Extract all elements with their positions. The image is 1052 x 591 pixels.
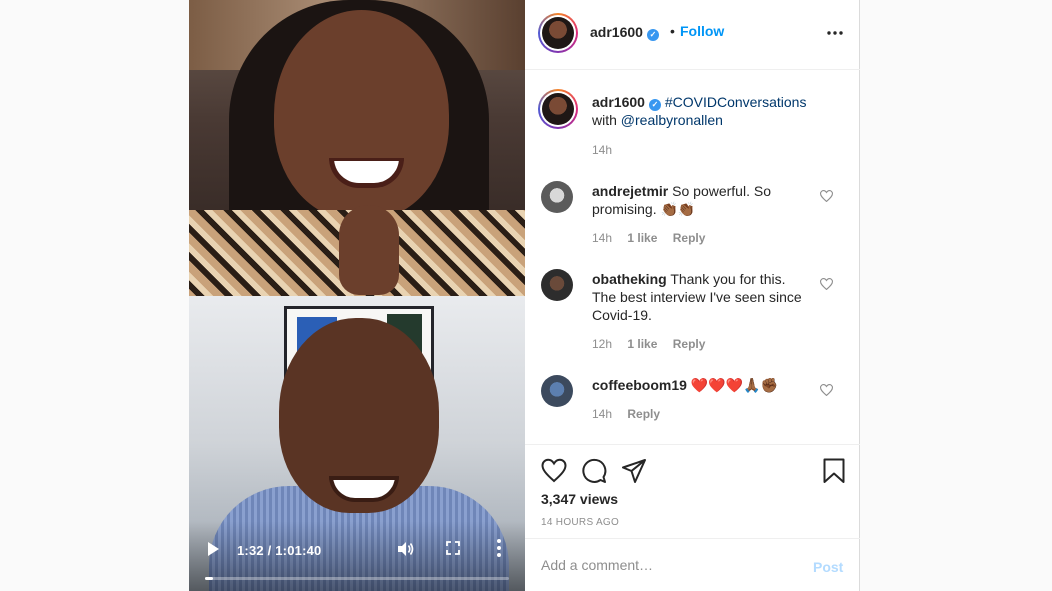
comment-text: obatheking Thank you for this. The best … xyxy=(592,270,807,324)
video-progress-fill xyxy=(205,577,213,580)
reply-button[interactable]: Reply xyxy=(673,337,706,351)
avatar[interactable] xyxy=(538,89,578,129)
comment-meta: 14h 1 like Reply xyxy=(592,231,717,245)
hand-shape xyxy=(339,205,399,295)
header-username[interactable]: adr1600 ✓ xyxy=(590,24,659,41)
avatar[interactable] xyxy=(538,13,578,53)
comment-meta: 12h 1 like Reply xyxy=(592,337,717,351)
reply-button[interactable]: Reply xyxy=(673,231,706,245)
heart-icon[interactable] xyxy=(541,458,567,484)
heart-icon[interactable] xyxy=(820,190,833,202)
comment-time: 12h xyxy=(592,337,613,351)
more-horizontal-icon[interactable] xyxy=(827,31,843,35)
video-progress-bar[interactable] xyxy=(205,577,509,580)
comment-icon[interactable] xyxy=(581,458,607,484)
comment-input[interactable] xyxy=(541,557,801,573)
heart-icon[interactable] xyxy=(820,278,833,290)
comment-text: coffeeboom19 ❤️❤️❤️🙏🏾✊🏾 xyxy=(592,376,807,394)
hashtag-link[interactable]: #COVIDConversations xyxy=(665,94,807,110)
video-time: 1:32 / 1:01:40 xyxy=(237,543,322,558)
post-actions: 3,347 views 14 HOURS AGO xyxy=(525,444,860,538)
caption-text: adr1600 ✓ #COVIDConversations with @realb… xyxy=(592,93,807,129)
comment-username[interactable]: andrejetmir xyxy=(592,183,668,199)
verified-icon: ✓ xyxy=(646,29,659,41)
more-vertical-icon[interactable] xyxy=(496,538,502,558)
comment-likes[interactable]: 1 like xyxy=(627,337,657,351)
add-comment-bar: Post xyxy=(525,538,860,591)
avatar[interactable] xyxy=(541,269,573,301)
mention-link[interactable]: @realbyronallen xyxy=(621,112,723,128)
comments-list: adr1600 ✓ #COVIDConversations with @realb… xyxy=(525,70,860,444)
post-date[interactable]: 14 HOURS AGO xyxy=(541,517,619,528)
play-icon[interactable] xyxy=(206,541,220,557)
caption-username[interactable]: adr1600 xyxy=(592,94,645,110)
comment-meta: 14h Reply xyxy=(592,407,672,421)
face-shape xyxy=(274,10,449,220)
fullscreen-icon[interactable] xyxy=(446,541,460,555)
comment-username[interactable]: obatheking xyxy=(592,271,667,287)
comment-username[interactable]: coffeeboom19 xyxy=(592,377,687,393)
post-panel: adr1600 ✓ • Follow adr1600 ✓ #COVIDConvers… xyxy=(525,0,860,591)
video-controls: 1:32 / 1:01:40 xyxy=(189,521,525,591)
bookmark-icon[interactable] xyxy=(821,458,847,484)
volume-icon[interactable] xyxy=(396,540,414,558)
caption-time: 14h xyxy=(592,143,613,157)
separator-dot: • xyxy=(670,23,675,39)
avatar[interactable] xyxy=(541,375,573,407)
comment-time: 14h xyxy=(592,407,613,421)
caption-with: with xyxy=(592,112,617,128)
avatar[interactable] xyxy=(541,181,573,213)
post-header: adr1600 ✓ • Follow xyxy=(525,0,860,70)
video-frame-top xyxy=(189,0,525,300)
caption-meta: 14h xyxy=(592,143,624,157)
comment-likes[interactable]: 1 like xyxy=(627,231,657,245)
verified-icon: ✓ xyxy=(648,99,661,111)
reply-button[interactable]: Reply xyxy=(627,407,660,421)
view-count[interactable]: 3,347 views xyxy=(541,491,618,507)
heart-icon[interactable] xyxy=(820,384,833,396)
comment-text: andrejetmir So powerful. So promising. 👏… xyxy=(592,182,807,218)
follow-button[interactable]: Follow xyxy=(680,23,724,39)
comment-time: 14h xyxy=(592,231,613,245)
share-icon[interactable] xyxy=(621,458,647,484)
video-player[interactable]: 1:32 / 1:01:40 xyxy=(189,0,525,591)
comment-body: ❤️❤️❤️🙏🏾✊🏾 xyxy=(690,377,778,393)
post-button[interactable]: Post xyxy=(813,559,843,575)
